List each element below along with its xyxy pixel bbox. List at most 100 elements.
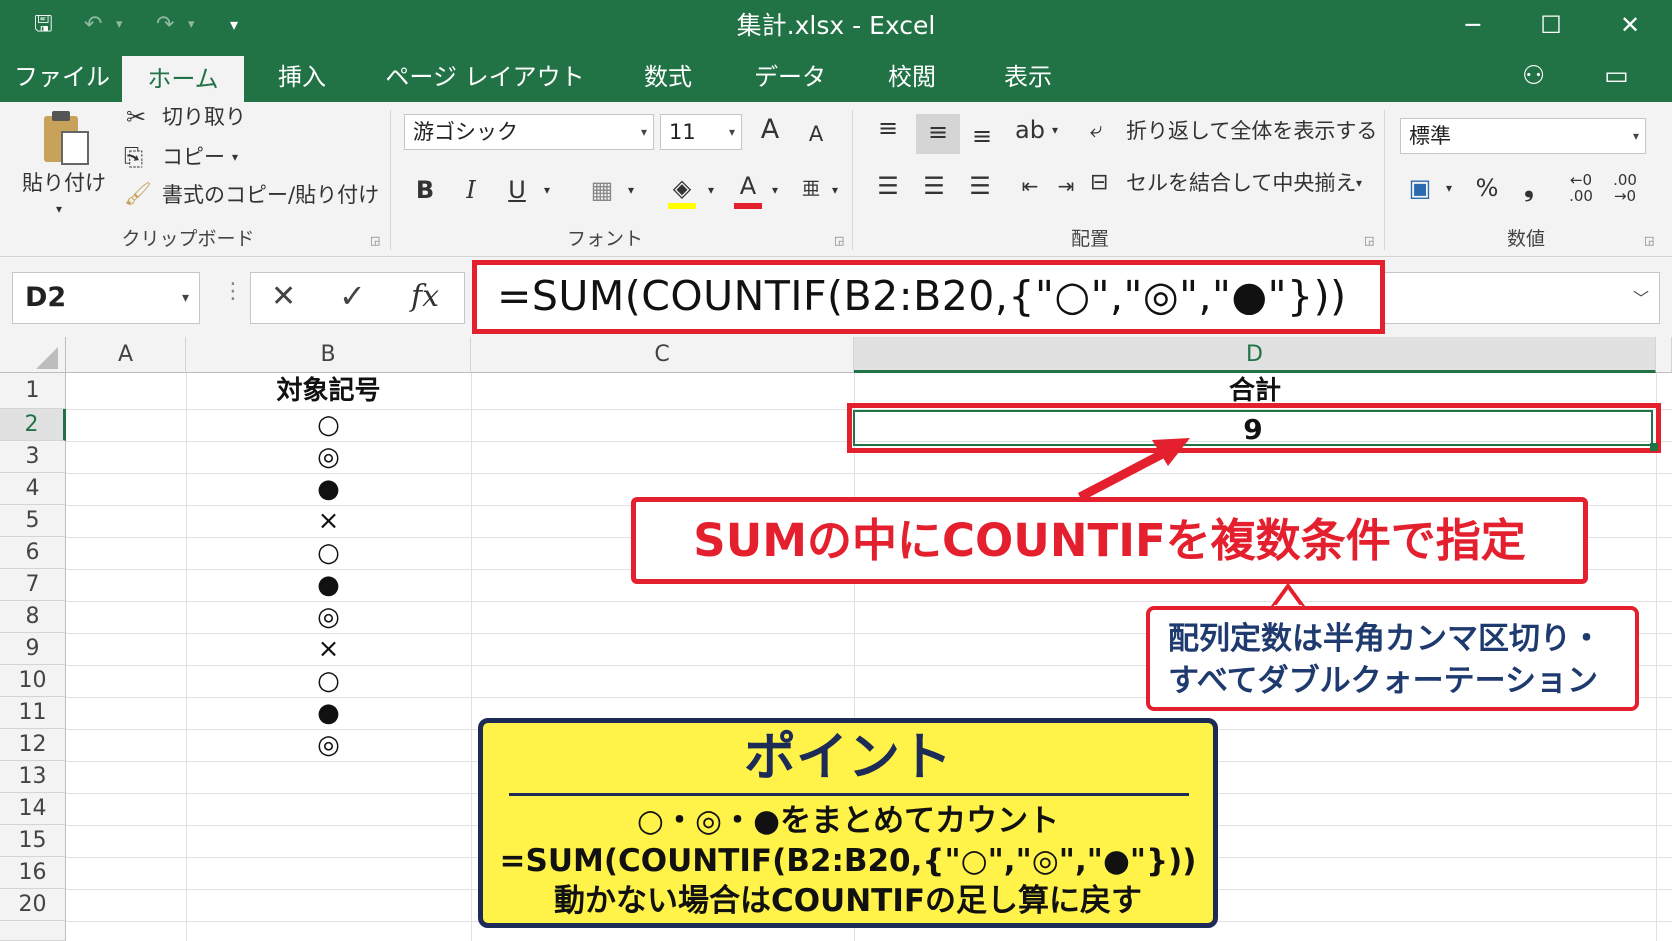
font-size-select[interactable]: 11 ▾ xyxy=(660,114,742,150)
comma-style-button[interactable]: ❟ xyxy=(1514,170,1544,206)
cancel-icon[interactable]: ✕ xyxy=(271,279,296,314)
tab-view[interactable]: 表示 xyxy=(988,52,1068,102)
row-header-6[interactable]: 6 xyxy=(0,537,66,569)
close-button[interactable]: ✕ xyxy=(1600,8,1660,42)
row-header-partial[interactable] xyxy=(0,921,66,941)
cell-b8[interactable]: ◎ xyxy=(186,601,471,633)
column-header-b[interactable]: B xyxy=(186,337,471,373)
align-middle-icon[interactable]: ≡ xyxy=(916,114,960,154)
cell-b1-header[interactable]: 対象記号 xyxy=(186,373,471,409)
copy-icon[interactable]: ⎘ xyxy=(124,142,143,172)
phonetic-icon[interactable]: 亜 xyxy=(798,172,824,208)
account-icon[interactable]: ⚇ xyxy=(1522,58,1545,94)
formula-input[interactable]: =SUM(COUNTIF(B2:B20,{"○","◎","●"})) xyxy=(472,260,1385,334)
row-header-11[interactable]: 11 xyxy=(0,697,66,729)
accounting-dropdown-icon[interactable]: ▾ xyxy=(1440,170,1458,206)
align-right-icon[interactable]: ☰ xyxy=(960,168,1000,204)
align-bottom-icon[interactable]: ≡ xyxy=(962,118,1002,154)
cell-b6[interactable]: ○ xyxy=(186,537,471,569)
cell-b5[interactable]: × xyxy=(186,505,471,537)
align-center-icon[interactable]: ☰ xyxy=(914,168,954,204)
borders-icon[interactable]: ▦ xyxy=(584,172,620,208)
row-header-15[interactable]: 15 xyxy=(0,825,66,857)
tab-review[interactable]: 校閲 xyxy=(872,52,952,102)
bold-button[interactable]: B xyxy=(408,172,442,208)
decrease-indent-icon[interactable]: ⇤ xyxy=(1012,168,1048,204)
paste-icon[interactable] xyxy=(38,108,94,168)
cell-b12[interactable]: ◎ xyxy=(186,729,471,761)
maximize-button[interactable]: ☐ xyxy=(1521,8,1581,42)
row-header-8[interactable]: 8 xyxy=(0,601,66,633)
formula-bar-grip-icon[interactable]: ⋮ xyxy=(222,279,244,304)
comments-icon[interactable]: ▭ xyxy=(1604,58,1629,94)
row-header-9[interactable]: 9 xyxy=(0,633,66,665)
orientation-dropdown-icon[interactable]: ▾ xyxy=(1046,112,1064,148)
accounting-format-icon[interactable]: ▣ xyxy=(1402,170,1438,206)
row-header-4[interactable]: 4 xyxy=(0,473,66,505)
row-header-10[interactable]: 10 xyxy=(0,665,66,697)
cell-b4[interactable]: ● xyxy=(186,473,471,505)
cell-b9[interactable]: × xyxy=(186,633,471,665)
wrap-text-icon[interactable]: ⤶ xyxy=(1090,116,1102,146)
wrap-text-button[interactable]: 折り返して全体を表示する xyxy=(1126,116,1377,146)
underline-button[interactable]: U xyxy=(500,172,534,208)
row-header-2[interactable]: 2 xyxy=(0,409,66,441)
row-header-5[interactable]: 5 xyxy=(0,505,66,537)
cell-b11[interactable]: ● xyxy=(186,697,471,729)
row-header-3[interactable]: 3 xyxy=(0,441,66,473)
font-color-icon[interactable]: A xyxy=(730,168,766,204)
number-format-select[interactable]: 標準 ▾ xyxy=(1400,118,1646,154)
cell-b2[interactable]: ○ xyxy=(186,409,471,441)
align-top-icon[interactable]: ≡ xyxy=(868,110,908,146)
minimize-button[interactable]: ─ xyxy=(1443,8,1503,42)
paste-button[interactable]: 貼り付け xyxy=(22,168,106,198)
font-color-dropdown-icon[interactable]: ▾ xyxy=(766,172,784,208)
increase-decimal-icon[interactable]: ←0.00 xyxy=(1562,172,1600,204)
decrease-decimal-icon[interactable]: .00 →0 xyxy=(1606,172,1644,204)
tab-data[interactable]: データ xyxy=(748,52,832,102)
row-header-7[interactable]: 7 xyxy=(0,569,66,601)
alignment-launcher-icon[interactable]: ◲ xyxy=(1364,234,1374,247)
column-header-a[interactable]: A xyxy=(66,337,186,373)
cut-icon[interactable]: ✂ xyxy=(126,102,146,132)
row-header-13[interactable]: 13 xyxy=(0,761,66,793)
name-box[interactable]: D2 ▾ xyxy=(12,272,200,324)
merge-center-button[interactable]: セルを結合して中央揃え xyxy=(1126,168,1356,198)
tab-insert[interactable]: 挿入 xyxy=(262,52,342,102)
copy-dropdown-icon[interactable]: ▾ xyxy=(232,142,238,172)
merge-center-icon[interactable]: ⊟ xyxy=(1090,168,1108,198)
cell-b10[interactable]: ○ xyxy=(186,665,471,697)
percent-style-button[interactable]: % xyxy=(1470,170,1504,206)
copy-button[interactable]: コピー xyxy=(162,142,225,172)
tab-page-layout[interactable]: ページ レイアウト xyxy=(380,52,590,102)
orientation-icon[interactable]: ab xyxy=(1010,112,1050,148)
merge-dropdown-icon[interactable]: ▾ xyxy=(1356,168,1362,198)
tab-formulas[interactable]: 数式 xyxy=(628,52,708,102)
clipboard-launcher-icon[interactable]: ◲ xyxy=(370,234,380,247)
number-launcher-icon[interactable]: ◲ xyxy=(1644,234,1654,247)
insert-function-icon[interactable]: fx xyxy=(411,279,439,314)
row-header-1[interactable]: 1 xyxy=(0,373,66,409)
fill-handle[interactable] xyxy=(1650,443,1658,451)
column-header-e[interactable] xyxy=(1656,337,1672,373)
formula-input-extension[interactable]: ﹀ xyxy=(1385,272,1660,324)
fill-color-dropdown-icon[interactable]: ▾ xyxy=(702,172,720,208)
cell-b7[interactable]: ● xyxy=(186,569,471,601)
borders-dropdown-icon[interactable]: ▾ xyxy=(622,172,640,208)
shrink-font-button[interactable]: A xyxy=(800,116,832,152)
expand-formula-bar-icon[interactable]: ﹀ xyxy=(1633,285,1649,309)
font-launcher-icon[interactable]: ◲ xyxy=(834,234,844,247)
column-header-d[interactable]: D xyxy=(854,337,1656,373)
cell-b3[interactable]: ◎ xyxy=(186,441,471,473)
format-painter-icon[interactable]: 🖌 xyxy=(124,180,152,210)
increase-indent-icon[interactable]: ⇥ xyxy=(1048,168,1084,204)
enter-icon[interactable]: ✓ xyxy=(339,277,366,315)
column-header-c[interactable]: C xyxy=(471,337,854,373)
grow-font-button[interactable]: A xyxy=(752,112,788,148)
tab-home[interactable]: ホーム xyxy=(122,56,244,102)
align-left-icon[interactable]: ☰ xyxy=(868,168,908,204)
italic-button[interactable]: I xyxy=(454,172,488,208)
row-header-14[interactable]: 14 xyxy=(0,793,66,825)
select-all-corner[interactable] xyxy=(0,337,66,373)
row-header-20[interactable]: 20 xyxy=(0,889,66,921)
